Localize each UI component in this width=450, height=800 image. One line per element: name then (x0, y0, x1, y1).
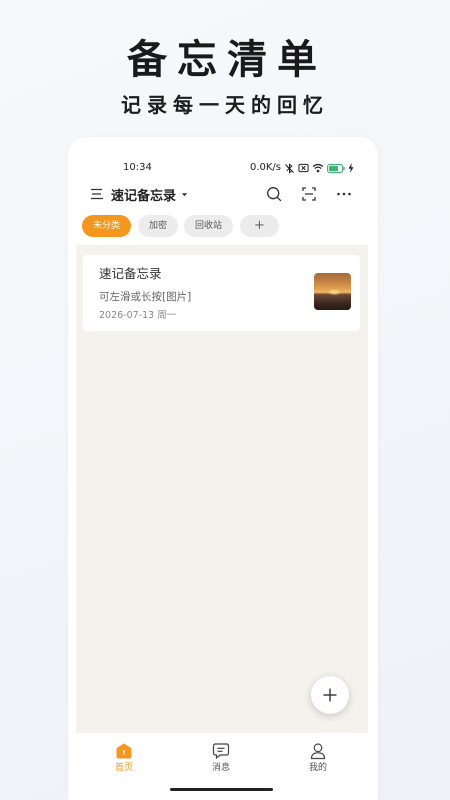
note-preview: 可左滑或长按[图片] (99, 291, 192, 303)
note-date: 2026-07-13 周一 (99, 310, 177, 321)
home-icon (116, 743, 132, 759)
chevron-down-icon (181, 192, 188, 196)
profile-icon (310, 743, 326, 760)
chip-encrypted[interactable]: 加密 (138, 215, 178, 237)
add-category-button[interactable]: + (240, 215, 279, 237)
more-icon[interactable] (336, 186, 352, 202)
plus-icon (323, 688, 337, 702)
phone-screen: 10:34 0.0K/s 速记备忘录 未分类 加密 回收站 + 速记备忘录 可左… (68, 137, 378, 800)
charging-icon (348, 163, 354, 173)
notebook-selector[interactable]: 速记备忘录 (111, 185, 188, 204)
menu-icon[interactable] (90, 187, 104, 201)
sim-off-icon (298, 163, 309, 173)
add-note-button[interactable] (311, 676, 349, 714)
bottom-nav: 首页 消息 我的 (68, 733, 378, 791)
status-indicators: 0.0K/s (250, 161, 354, 175)
note-thumbnail (314, 273, 351, 310)
bluetooth-icon (285, 162, 294, 174)
nav-label-home: 首页 (114, 763, 133, 773)
hero-subtitle: 记录每一天的回忆 (121, 93, 329, 117)
wifi-icon (312, 163, 324, 173)
note-list: 速记备忘录 可左滑或长按[图片] 2026-07-13 周一 (76, 245, 368, 733)
chip-uncategorized[interactable]: 未分类 (82, 215, 131, 237)
scan-icon[interactable] (301, 186, 317, 202)
note-title: 速记备忘录 (99, 266, 162, 281)
nav-label-profile: 我的 (308, 763, 327, 773)
notebook-title: 速记备忘录 (111, 188, 177, 204)
home-indicator[interactable] (170, 788, 273, 791)
search-icon[interactable] (266, 186, 282, 202)
status-time: 10:34 (123, 162, 152, 173)
nav-item-profile[interactable]: 我的 (288, 739, 348, 783)
nav-label-messages: 消息 (211, 763, 230, 773)
note-card[interactable]: 速记备忘录 可左滑或长按[图片] 2026-07-13 周一 (83, 255, 360, 331)
nav-item-messages[interactable]: 消息 (191, 739, 251, 783)
network-speed: 0.0K/s (249, 162, 281, 173)
nav-item-home[interactable]: 首页 (94, 739, 154, 783)
hero-title: 备忘清单 (127, 36, 327, 83)
chip-recycle-bin[interactable]: 回收站 (184, 215, 233, 237)
battery-icon (327, 163, 345, 173)
message-icon (212, 743, 230, 760)
